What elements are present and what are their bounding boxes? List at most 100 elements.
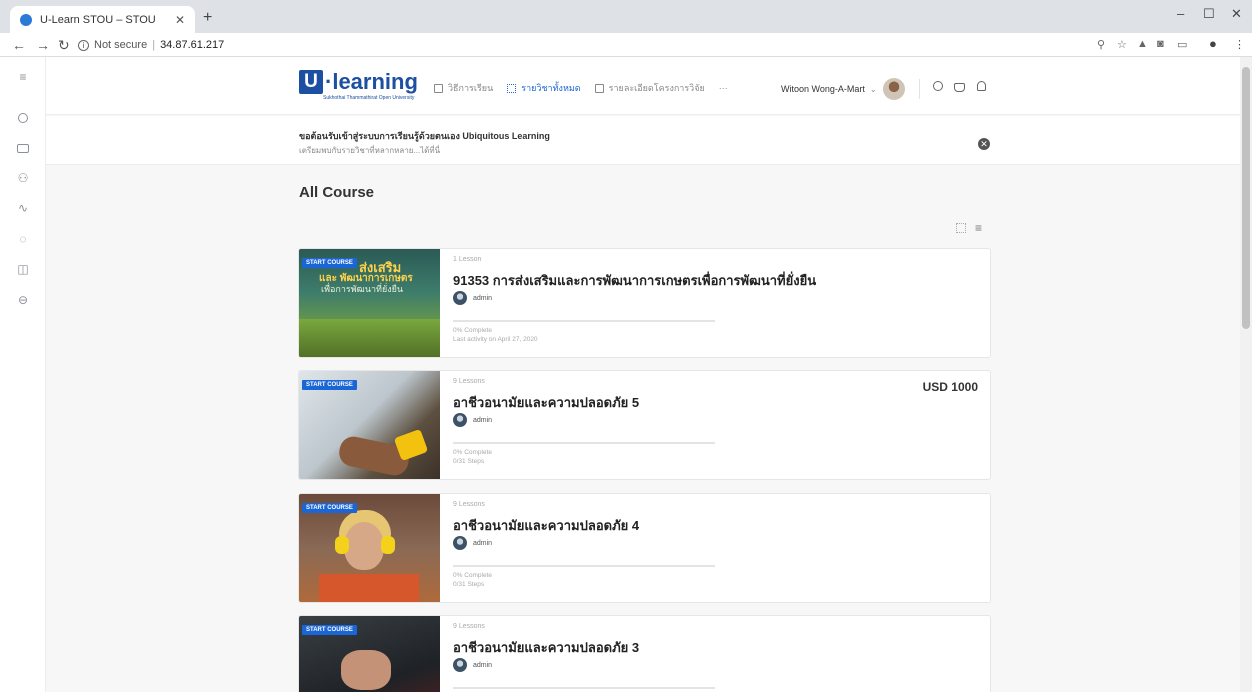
- thumbnail-illustration: [341, 650, 391, 690]
- course-author[interactable]: admin: [453, 413, 492, 427]
- address-bar: ← → ↻ i Not secure | 34.87.61.217 ⚲ ☆ ▲ …: [0, 33, 1252, 57]
- zoom-icon[interactable]: ⚲: [1097, 38, 1105, 51]
- new-tab-button[interactable]: +: [203, 9, 212, 27]
- course-author[interactable]: admin: [453, 536, 492, 550]
- left-sidebar: ≡ ⚇ ∿ ◌ ◫ ⊖: [0, 57, 46, 692]
- maximize-button[interactable]: ☐: [1203, 6, 1215, 22]
- banner-title: ขอต้อนรับเข้าสู่ระบบการเรียนรู้ด้วยตนเอง…: [299, 131, 550, 141]
- lesson-count: 9 Lessons: [453, 378, 485, 385]
- menu-toggle-icon[interactable]: ≡: [15, 69, 31, 85]
- extension-drive-icon[interactable]: ▲: [1137, 38, 1148, 50]
- course-price: USD 1000: [922, 380, 978, 394]
- course-thumbnail[interactable]: START COURSE: [299, 371, 440, 479]
- extension-cast-icon[interactable]: ▭: [1177, 38, 1187, 51]
- course-author[interactable]: admin: [453, 658, 492, 672]
- course-thumbnail[interactable]: START COURSE: [299, 616, 440, 692]
- extension-camera-icon[interactable]: ◙: [1157, 38, 1164, 50]
- profile-icon[interactable]: ●: [1209, 36, 1217, 51]
- author-avatar: [453, 658, 467, 672]
- thumbnail-illustration: [335, 536, 349, 554]
- document-icon: [434, 83, 443, 93]
- grid-view-icon[interactable]: [956, 223, 966, 233]
- logo-letter: U: [299, 70, 323, 94]
- page-scrollbar[interactable]: [1240, 57, 1252, 692]
- activity-icon[interactable]: ∿: [15, 200, 31, 216]
- nav-item-research-details[interactable]: รายละเอียดโครงการวิจัย: [594, 81, 705, 95]
- user-menu[interactable]: Witoon Wong-A-Mart ⌄: [781, 78, 905, 100]
- list-view-icon[interactable]: ≡: [975, 222, 982, 234]
- progress-bar: [453, 320, 715, 322]
- logo[interactable]: U ·learning Sukhothai Thammathirat Open …: [299, 69, 418, 101]
- course-meta: Last activity on April 27, 2020: [453, 336, 538, 343]
- course-card[interactable]: START COURSE ส่งเสริม และ พัฒนาการเกษตร …: [298, 248, 991, 358]
- url-field[interactable]: i Not secure | 34.87.61.217: [78, 36, 1078, 54]
- forward-arrow-icon[interactable]: →: [36, 37, 50, 53]
- forums-icon[interactable]: ◌: [15, 231, 31, 247]
- logo-subtitle: Sukhothai Thammathirat Open University: [323, 95, 415, 101]
- course-thumbnail[interactable]: START COURSE ส่งเสริม และ พัฒนาการเกษตร …: [299, 249, 440, 357]
- menu-kebab-icon[interactable]: ⋮: [1234, 38, 1245, 51]
- course-author[interactable]: admin: [453, 291, 492, 305]
- view-toggle: ≡: [956, 222, 982, 234]
- logo-text: ·learning: [325, 69, 418, 94]
- avatar[interactable]: [882, 78, 905, 100]
- back-arrow-icon[interactable]: ←: [12, 37, 26, 53]
- bell-icon[interactable]: [977, 81, 986, 91]
- url-text: 34.87.61.217: [160, 39, 225, 51]
- thumbnail-illustration: [319, 574, 419, 602]
- welcome-banner: ขอต้อนรับเข้าสู่ระบบการเรียนรู้ด้วยตนเอง…: [46, 116, 1240, 165]
- lesson-count: 9 Lessons: [453, 501, 485, 508]
- nav-label: วิธีการเรียน: [448, 83, 494, 93]
- author-avatar: [453, 413, 467, 427]
- start-course-badge[interactable]: START COURSE: [302, 625, 357, 635]
- close-tab-icon[interactable]: ✕: [175, 13, 185, 27]
- bookmark-star-icon[interactable]: ☆: [1117, 38, 1127, 51]
- course-title[interactable]: อาชีวอนามัยและความปลอดภัย 4: [453, 515, 639, 536]
- course-meta: 0/31 Steps: [453, 458, 485, 465]
- start-course-badge[interactable]: START COURSE: [302, 258, 357, 268]
- nav-more-button[interactable]: ···: [719, 83, 728, 93]
- course-card[interactable]: START COURSE 9 Lessons อาชีวอนามัยและควา…: [298, 370, 991, 480]
- thumbnail-illustration: [299, 319, 440, 357]
- course-card[interactable]: START COURSE 9 Lessons อาชีวอนามัยและควา…: [298, 493, 991, 603]
- nav-item-all-courses[interactable]: รายวิชาทั้งหมด: [507, 81, 581, 95]
- course-thumbnail[interactable]: START COURSE: [299, 494, 440, 602]
- document-icon: [594, 83, 604, 93]
- course-info: 1 Lesson 91353 การส่งเสริมและการพัฒนาการ…: [453, 249, 973, 357]
- courses-icon[interactable]: [17, 144, 29, 153]
- browser-tab[interactable]: U-Learn STOU – STOU ✕: [10, 6, 195, 33]
- info-icon[interactable]: i: [78, 39, 89, 51]
- members-icon[interactable]: ⚇: [15, 170, 31, 186]
- lesson-count: 9 Lessons: [453, 623, 485, 630]
- notifications-icon[interactable]: ◫: [15, 261, 31, 277]
- grid-icon: [507, 83, 517, 93]
- scrollbar-thumb[interactable]: [1242, 67, 1250, 329]
- course-title[interactable]: อาชีวอนามัยและความปลอดภัย 3: [453, 637, 639, 658]
- search-icon[interactable]: [933, 81, 943, 91]
- course-title[interactable]: อาชีวอนามัยและความปลอดภัย 5: [453, 392, 639, 413]
- course-info: 9 Lessons อาชีวอนามัยและความปลอดภัย 5 ad…: [453, 371, 973, 479]
- course-title[interactable]: 91353 การส่งเสริมและการพัฒนาการเกษตรเพื่…: [453, 270, 816, 291]
- author-name: admin: [473, 294, 493, 302]
- nav-item-how-to-learn[interactable]: วิธีการเรียน: [434, 81, 493, 95]
- page-title: All Course: [299, 184, 375, 201]
- progress-label: 0% Complete: [453, 572, 493, 579]
- close-window-button[interactable]: ✕: [1231, 6, 1242, 22]
- minimize-button[interactable]: –: [1177, 6, 1184, 21]
- main-nav: วิธีการเรียน รายวิชาทั้งหมด รายละเอียดโค…: [434, 81, 742, 95]
- messages-icon[interactable]: ⊖: [15, 292, 31, 308]
- progress-label: 0% Complete: [453, 449, 493, 456]
- course-card[interactable]: START COURSE 9 Lessons อาชีวอนามัยและควา…: [298, 615, 991, 692]
- close-icon[interactable]: ✕: [978, 138, 990, 150]
- progress-bar: [453, 442, 715, 444]
- start-course-badge[interactable]: START COURSE: [302, 380, 357, 390]
- url-separator: |: [152, 39, 156, 51]
- author-name: admin: [473, 539, 493, 547]
- reload-icon[interactable]: ↻: [58, 37, 70, 54]
- lesson-count: 1 Lesson: [453, 256, 482, 263]
- inbox-icon[interactable]: [954, 83, 965, 92]
- progress-bar: [453, 687, 715, 689]
- profile-icon[interactable]: [18, 113, 28, 123]
- start-course-badge[interactable]: START COURSE: [302, 503, 357, 513]
- header-divider: [919, 79, 920, 99]
